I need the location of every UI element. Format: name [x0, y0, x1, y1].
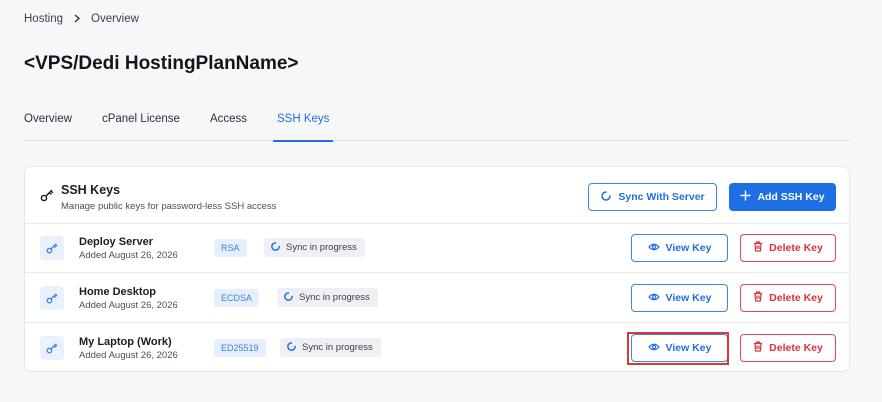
ssh-keys-card: SSH Keys Manage public keys for password… — [24, 166, 850, 372]
tab-access[interactable]: Access — [210, 105, 247, 141]
trash-icon — [753, 241, 763, 255]
add-ssh-key-label: Add SSH Key — [757, 191, 825, 203]
ssh-key-row: Deploy Server Added August 26, 2026 RSA … — [25, 224, 849, 273]
card-subtitle: Manage public keys for password-less SSH… — [61, 201, 277, 212]
key-icon — [40, 188, 54, 202]
ssh-key-added-date: Added August 26, 2026 — [79, 300, 178, 311]
view-key-button[interactable]: View Key — [631, 284, 728, 312]
add-ssh-key-button[interactable]: Add SSH Key — [729, 183, 836, 211]
key-type-badge: ED25519 — [214, 339, 266, 357]
sync-icon — [600, 190, 612, 205]
trash-icon — [753, 341, 763, 355]
view-key-label: View Key — [665, 342, 712, 354]
delete-key-label: Delete Key — [769, 242, 823, 254]
sync-status-badge: Sync in progress — [280, 338, 381, 357]
sync-status-text: Sync in progress — [302, 342, 373, 353]
eye-icon — [647, 242, 660, 255]
key-icon — [40, 286, 64, 310]
breadcrumb-current: Overview — [91, 13, 139, 25]
view-key-label: View Key — [665, 242, 712, 254]
card-title: SSH Keys — [61, 183, 121, 197]
sync-status-text: Sync in progress — [299, 292, 370, 303]
delete-key-label: Delete Key — [769, 342, 823, 354]
sync-status-badge: Sync in progress — [277, 288, 378, 307]
ssh-key-added-date: Added August 26, 2026 — [79, 250, 178, 261]
chevron-right-icon — [73, 12, 81, 26]
key-type-badge: ECDSA — [214, 289, 260, 307]
ssh-key-row: Home Desktop Added August 26, 2026 ECDSA… — [25, 274, 849, 323]
ssh-key-row: My Laptop (Work) Added August 26, 2026 E… — [25, 324, 849, 373]
page-title: <VPS/Dedi HostingPlanName> — [24, 53, 299, 74]
breadcrumb-hosting-link[interactable]: Hosting — [24, 13, 63, 25]
ssh-key-name: Deploy Server — [79, 236, 153, 248]
eye-icon — [647, 292, 660, 305]
delete-key-button[interactable]: Delete Key — [740, 234, 836, 262]
view-key-label: View Key — [665, 292, 712, 304]
ssh-keys-card-header: SSH Keys Manage public keys for password… — [25, 167, 849, 224]
tab-overview[interactable]: Overview — [24, 105, 72, 141]
key-type-badge: RSA — [214, 239, 247, 257]
view-key-button[interactable]: View Key — [631, 334, 728, 362]
tab-bar: Overview cPanel License Access SSH Keys — [24, 105, 850, 142]
delete-key-button[interactable]: Delete Key — [740, 334, 836, 362]
eye-icon — [647, 342, 660, 355]
spinner-icon — [283, 291, 294, 305]
breadcrumb: Hosting Overview — [24, 12, 139, 26]
spinner-icon — [270, 241, 281, 255]
view-key-button[interactable]: View Key — [631, 234, 728, 262]
tab-cpanel-license[interactable]: cPanel License — [102, 105, 180, 141]
ssh-key-name: My Laptop (Work) — [79, 336, 172, 348]
delete-key-label: Delete Key — [769, 292, 823, 304]
sync-status-text: Sync in progress — [286, 242, 357, 253]
ssh-key-added-date: Added August 26, 2026 — [79, 350, 178, 361]
trash-icon — [753, 291, 763, 305]
ssh-key-name: Home Desktop — [79, 286, 157, 298]
key-icon — [40, 336, 64, 360]
key-icon — [40, 236, 64, 260]
plus-icon — [740, 190, 752, 204]
tab-ssh-keys[interactable]: SSH Keys — [272, 105, 334, 142]
sync-with-server-button[interactable]: Sync With Server — [588, 183, 717, 211]
sync-status-badge: Sync in progress — [264, 238, 365, 257]
delete-key-button[interactable]: Delete Key — [740, 284, 836, 312]
sync-with-server-label: Sync With Server — [618, 191, 705, 203]
spinner-icon — [286, 341, 297, 355]
